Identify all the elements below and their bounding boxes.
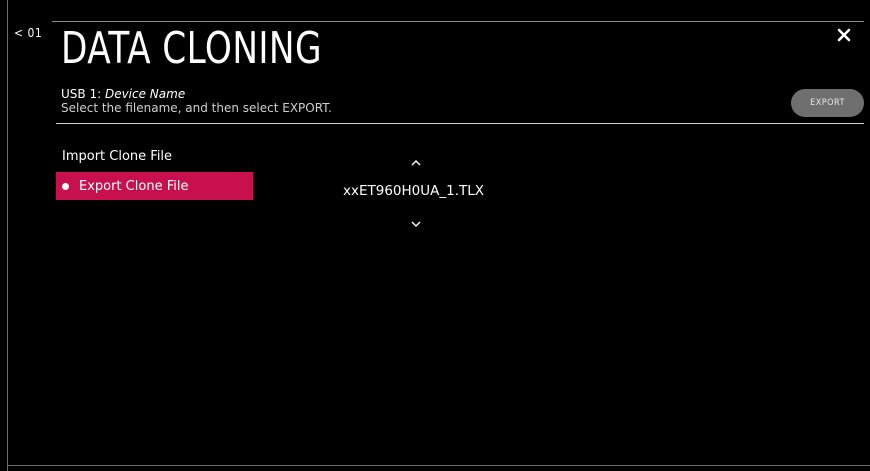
page-title: DATA CLONING (61, 23, 322, 74)
export-button[interactable]: EXPORT (791, 89, 864, 117)
selected-dot-icon (62, 182, 69, 190)
bottom-frame-border (7, 465, 870, 466)
data-cloning-screen: < 01 DATA CLONING USB 1: Device Name Sel… (0, 0, 870, 471)
header-top-divider (52, 21, 864, 22)
close-button[interactable] (835, 26, 853, 44)
header-bottom-divider (56, 123, 864, 124)
chevron-up-icon (411, 160, 421, 166)
close-icon (837, 28, 851, 42)
menu-item-label: Export Clone File (79, 178, 189, 194)
menu-item-export-clone-file[interactable]: Export Clone File (56, 172, 253, 200)
device-info: USB 1: Device Name (61, 87, 185, 101)
left-frame-border (7, 0, 8, 471)
menu-item-import-clone-file[interactable]: Import Clone File (56, 142, 253, 170)
chevron-down-icon (411, 221, 421, 227)
device-prefix: USB 1: (61, 87, 105, 101)
scroll-up-button[interactable] (408, 153, 424, 166)
menu-item-label: Import Clone File (62, 148, 173, 164)
device-name: Device Name (104, 87, 186, 101)
scroll-down-button[interactable] (408, 214, 424, 227)
back-button[interactable]: < 01 (14, 26, 42, 40)
file-name-item[interactable]: xxET960H0UA_1.TLX (343, 183, 484, 199)
instruction-text: Select the filename, and then select EXP… (61, 101, 332, 115)
